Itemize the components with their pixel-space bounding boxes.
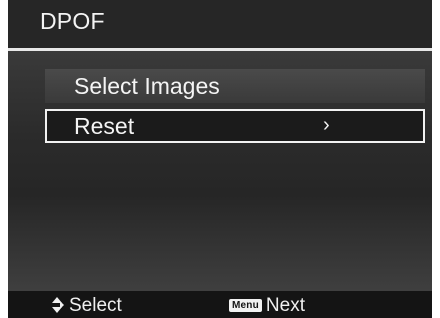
- title-bar: DPOF: [8, 0, 432, 48]
- menu-key-icon: Menu: [229, 299, 262, 312]
- menu-panel: Select Images Reset ›: [8, 51, 432, 291]
- camera-screen: DPOF Select Images Reset › Select Menu Ne…: [8, 0, 432, 318]
- menu-item-label: Reset: [74, 113, 135, 139]
- menu-item-reset[interactable]: Reset ›: [45, 109, 425, 143]
- bottom-hint-bar: Select Menu Next: [8, 291, 432, 318]
- select-hint: Select: [50, 295, 122, 317]
- menu-item-label: Select Images: [74, 73, 220, 99]
- menu-item-select-images[interactable]: Select Images: [45, 69, 425, 103]
- next-hint-label: Next: [265, 295, 305, 316]
- next-hint: Menu Next: [229, 295, 305, 317]
- up-down-arrows-icon: [50, 296, 64, 314]
- select-hint-label: Select: [69, 295, 122, 316]
- page-title: DPOF: [40, 8, 105, 34]
- chevron-right-icon: ›: [323, 114, 330, 136]
